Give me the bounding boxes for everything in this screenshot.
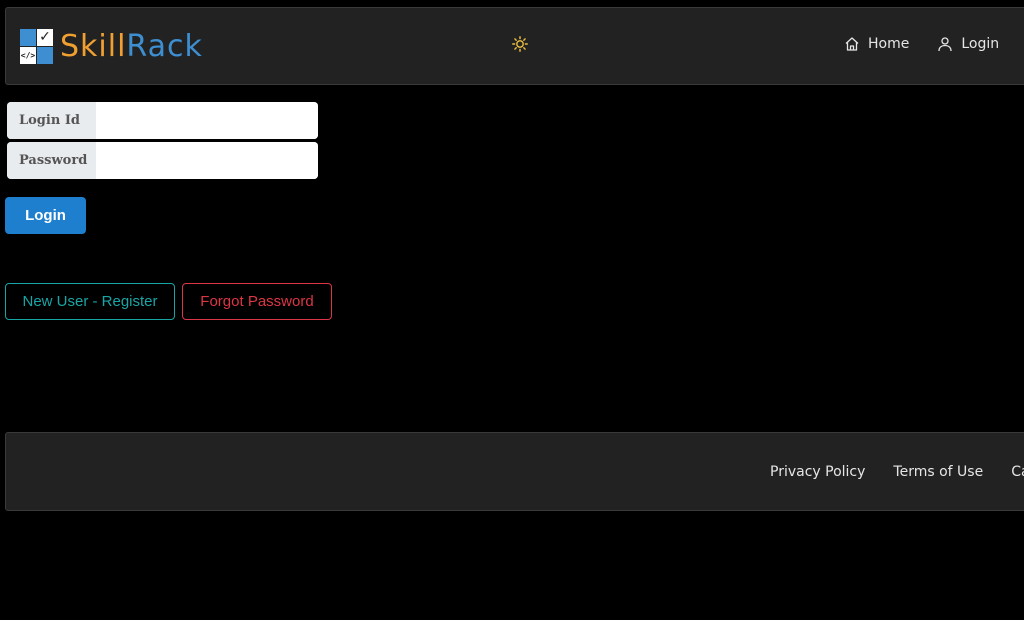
new-user-register-button[interactable]: New User - Register: [5, 283, 175, 320]
logo-code: </>: [20, 47, 36, 64]
cancellation-link[interactable]: Cance: [1011, 464, 1024, 480]
forgot-password-button[interactable]: Forgot Password: [182, 283, 332, 320]
nav-login-label: Login: [961, 36, 1000, 52]
password-group: Password: [7, 142, 318, 179]
brand-name: SkillRack: [60, 29, 203, 65]
login-id-group: Login Id: [7, 102, 318, 139]
home-icon: [845, 37, 859, 51]
sun-icon[interactable]: [509, 36, 531, 58]
brand-logo[interactable]: ✓ </> SkillRack: [20, 29, 203, 65]
top-navbar: ✓ </> SkillRack Home Login: [5, 7, 1024, 85]
privacy-policy-link[interactable]: Privacy Policy: [770, 464, 865, 480]
nav-home-link[interactable]: Home: [844, 36, 909, 52]
nav-links: Home Login: [844, 36, 1024, 52]
logo-check: ✓: [37, 29, 53, 46]
nav-login-link[interactable]: Login: [937, 36, 999, 52]
login-id-input[interactable]: [96, 102, 318, 139]
terms-of-use-link[interactable]: Terms of Use: [893, 464, 983, 480]
login-id-label: Login Id: [7, 102, 96, 139]
nav-home-label: Home: [868, 36, 910, 52]
footer-links: Privacy Policy Terms of Use Cance: [770, 464, 1024, 480]
password-label: Password: [7, 142, 96, 179]
brand-name-part2: Rack: [126, 29, 203, 64]
user-icon: [938, 37, 952, 52]
password-input[interactable]: [96, 142, 318, 179]
footer: Privacy Policy Terms of Use Cance: [5, 432, 1024, 511]
brand-name-part1: Skill: [60, 29, 127, 64]
login-button[interactable]: Login: [5, 197, 86, 234]
skillrack-logo-icon: ✓ </>: [20, 29, 54, 65]
